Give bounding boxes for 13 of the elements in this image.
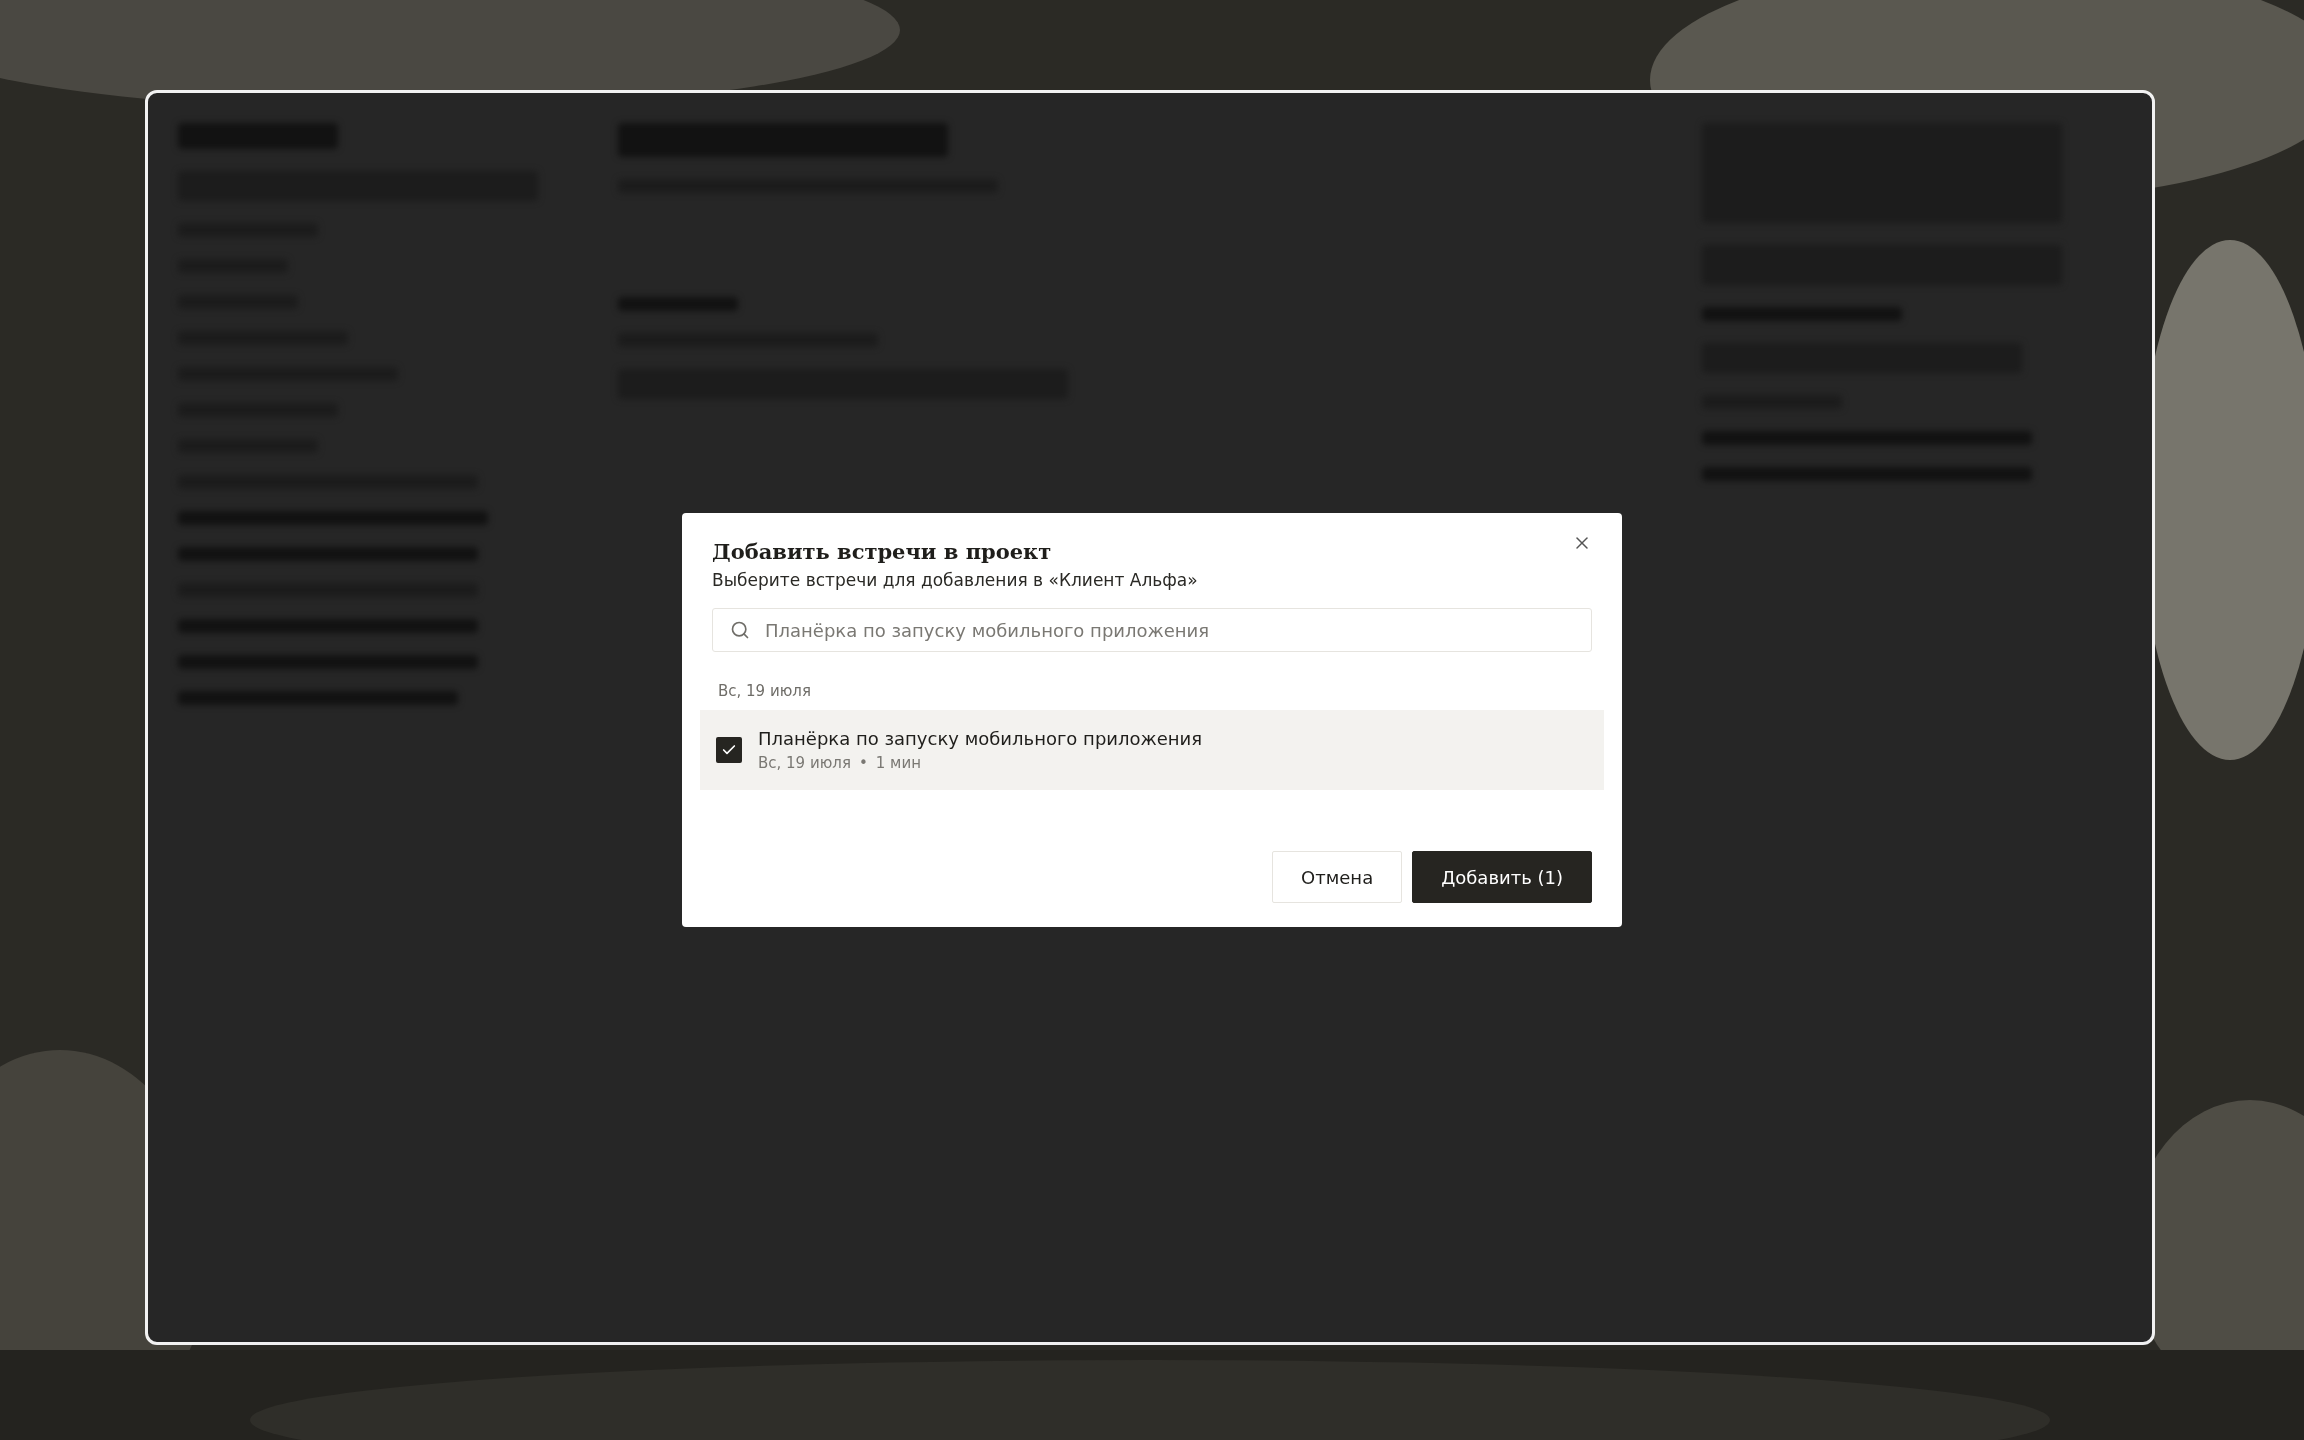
separator: • <box>858 754 868 772</box>
dialog-subtitle: Выберите встречи для добавления в «Клиент Альфа» <box>712 570 1198 590</box>
meeting-duration: 1 мин <box>875 754 921 772</box>
meeting-row[interactable]: Планёрка по запуску мобильного приложения Вс, 19 июля • 1 мин <box>700 710 1604 790</box>
cancel-button[interactable]: Отмена <box>1272 851 1403 903</box>
date-heading: Вс, 19 июля <box>718 682 812 700</box>
search-field[interactable]: Планёрка по запуску мобильного приложения <box>712 608 1592 652</box>
search-icon <box>730 620 750 640</box>
checkbox[interactable] <box>716 737 742 763</box>
dialog-title: Добавить встречи в проект <box>712 539 1053 564</box>
meeting-title: Планёрка по запуску мобильного приложения <box>758 728 1203 749</box>
meeting-date: Вс, 19 июля <box>758 754 851 772</box>
add-button[interactable]: Добавить (1) <box>1412 851 1592 903</box>
